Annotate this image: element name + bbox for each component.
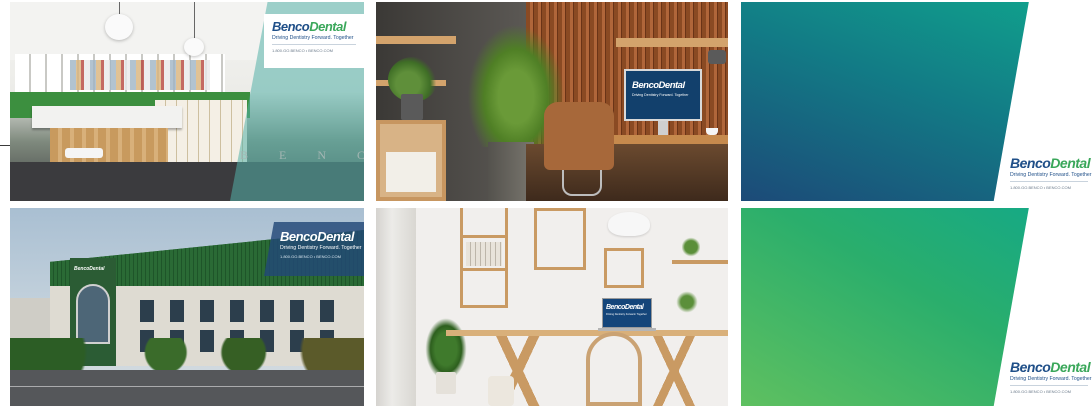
window — [170, 300, 184, 322]
coffee-cup — [706, 128, 718, 135]
plant-pot — [436, 372, 456, 394]
tile-office-monitor[interactable]: BencoDental Driving Dentistry Forward. T… — [376, 2, 728, 201]
tagline: Driving Dentistry Forward. Together — [606, 313, 647, 316]
office-chair — [544, 102, 614, 170]
laptop-base — [598, 328, 656, 331]
contact-line: 1.800.GO.BENCO • BENCO.COM — [1010, 389, 1071, 394]
monitor-stand — [658, 121, 668, 135]
lamp-cord — [119, 2, 120, 14]
monitor-screen: BencoDental Driving Dentistry Forward. T… — [624, 69, 702, 121]
arched-window — [76, 284, 110, 344]
plant-pot — [401, 94, 423, 120]
trees — [10, 338, 364, 374]
window — [320, 300, 334, 322]
storefront-lettering: B E N C O — [240, 147, 364, 164]
benco-dental-logo: BencoDental — [272, 19, 346, 34]
picture-frame — [604, 248, 644, 288]
pendant-lamp — [105, 14, 133, 40]
benco-dental-logo: BencoDental — [1010, 359, 1091, 375]
divider — [1010, 385, 1088, 386]
curtain — [376, 208, 416, 406]
brand-banner: BencoDental Driving Dentistry Forward. T… — [264, 222, 364, 276]
brand-block: BencoDental Driving Dentistry Forward. T… — [1010, 359, 1092, 394]
shelf-products — [70, 60, 210, 90]
chair-base — [562, 170, 602, 196]
storage-box — [386, 152, 436, 192]
wall-shelf — [672, 260, 728, 264]
small-plant — [676, 288, 698, 316]
rattan-chair — [586, 332, 642, 406]
divider — [1010, 181, 1088, 182]
benco-dental-logo: BencoDental — [1010, 155, 1091, 171]
brand-block: BencoDental Driving Dentistry Forward. T… — [1010, 155, 1092, 190]
window — [260, 300, 274, 322]
wall-shelf — [616, 38, 728, 47]
tile-gradient-blue-slide[interactable]: BencoDental Driving Dentistry Forward. T… — [741, 2, 1092, 201]
window — [230, 300, 244, 322]
pendant-lamp — [184, 38, 204, 56]
tagline: Driving Dentistry Forward. Together — [632, 92, 689, 97]
contact-line: 1.800.GO.BENCO • BENCO.COM — [1010, 185, 1071, 190]
tile-store-interior[interactable]: B E N C O BencoDental Driving Dentistry … — [10, 2, 364, 201]
trestle-legs — [460, 336, 580, 406]
parking-line — [10, 386, 364, 387]
tagline: Driving Dentistry Forward. Together — [272, 35, 354, 41]
tagline: Driving Dentistry Forward. Together — [280, 245, 362, 251]
tile-desk-laptop[interactable]: BencoDental Driving Dentistry Forward. T… — [376, 208, 728, 406]
tagline: Driving Dentistry Forward. Together — [1010, 376, 1092, 382]
benco-dental-logo: BencoDental — [280, 229, 354, 244]
stool — [65, 148, 103, 158]
benco-dental-logo: BencoDental — [606, 304, 644, 311]
brand-card: BencoDental Driving Dentistry Forward. T… — [264, 14, 364, 68]
tile-gradient-green-slide[interactable]: BencoDental Driving Dentistry Forward. T… — [741, 208, 1092, 406]
lamp-cord — [194, 2, 195, 38]
window — [200, 300, 214, 322]
tile-building-exterior[interactable]: BencoDental BencoDental Driving Dentistr… — [10, 208, 364, 406]
tagline: Driving Dentistry Forward. Together — [1010, 172, 1092, 178]
books — [466, 242, 502, 266]
small-plant — [682, 234, 700, 260]
benco-dental-logo: BencoDental — [632, 80, 685, 91]
laptop-screen: BencoDental Driving Dentistry Forward. T… — [602, 298, 652, 328]
side-stool — [488, 376, 514, 406]
wall-lamp — [708, 50, 726, 64]
wall-shelf — [376, 36, 456, 44]
divider — [272, 44, 356, 45]
picture-frame — [534, 208, 586, 270]
pendant-lamp — [608, 212, 650, 236]
window — [290, 300, 304, 322]
parking-lot — [10, 370, 364, 406]
island-countertop — [32, 106, 182, 128]
window — [140, 300, 154, 322]
building-sign: BencoDental — [74, 266, 105, 272]
contact-line: 1.800.GO.BENCO • BENCO.COM — [280, 254, 341, 259]
contact-line: 1.800.GO.BENCO • BENCO.COM — [272, 48, 333, 53]
